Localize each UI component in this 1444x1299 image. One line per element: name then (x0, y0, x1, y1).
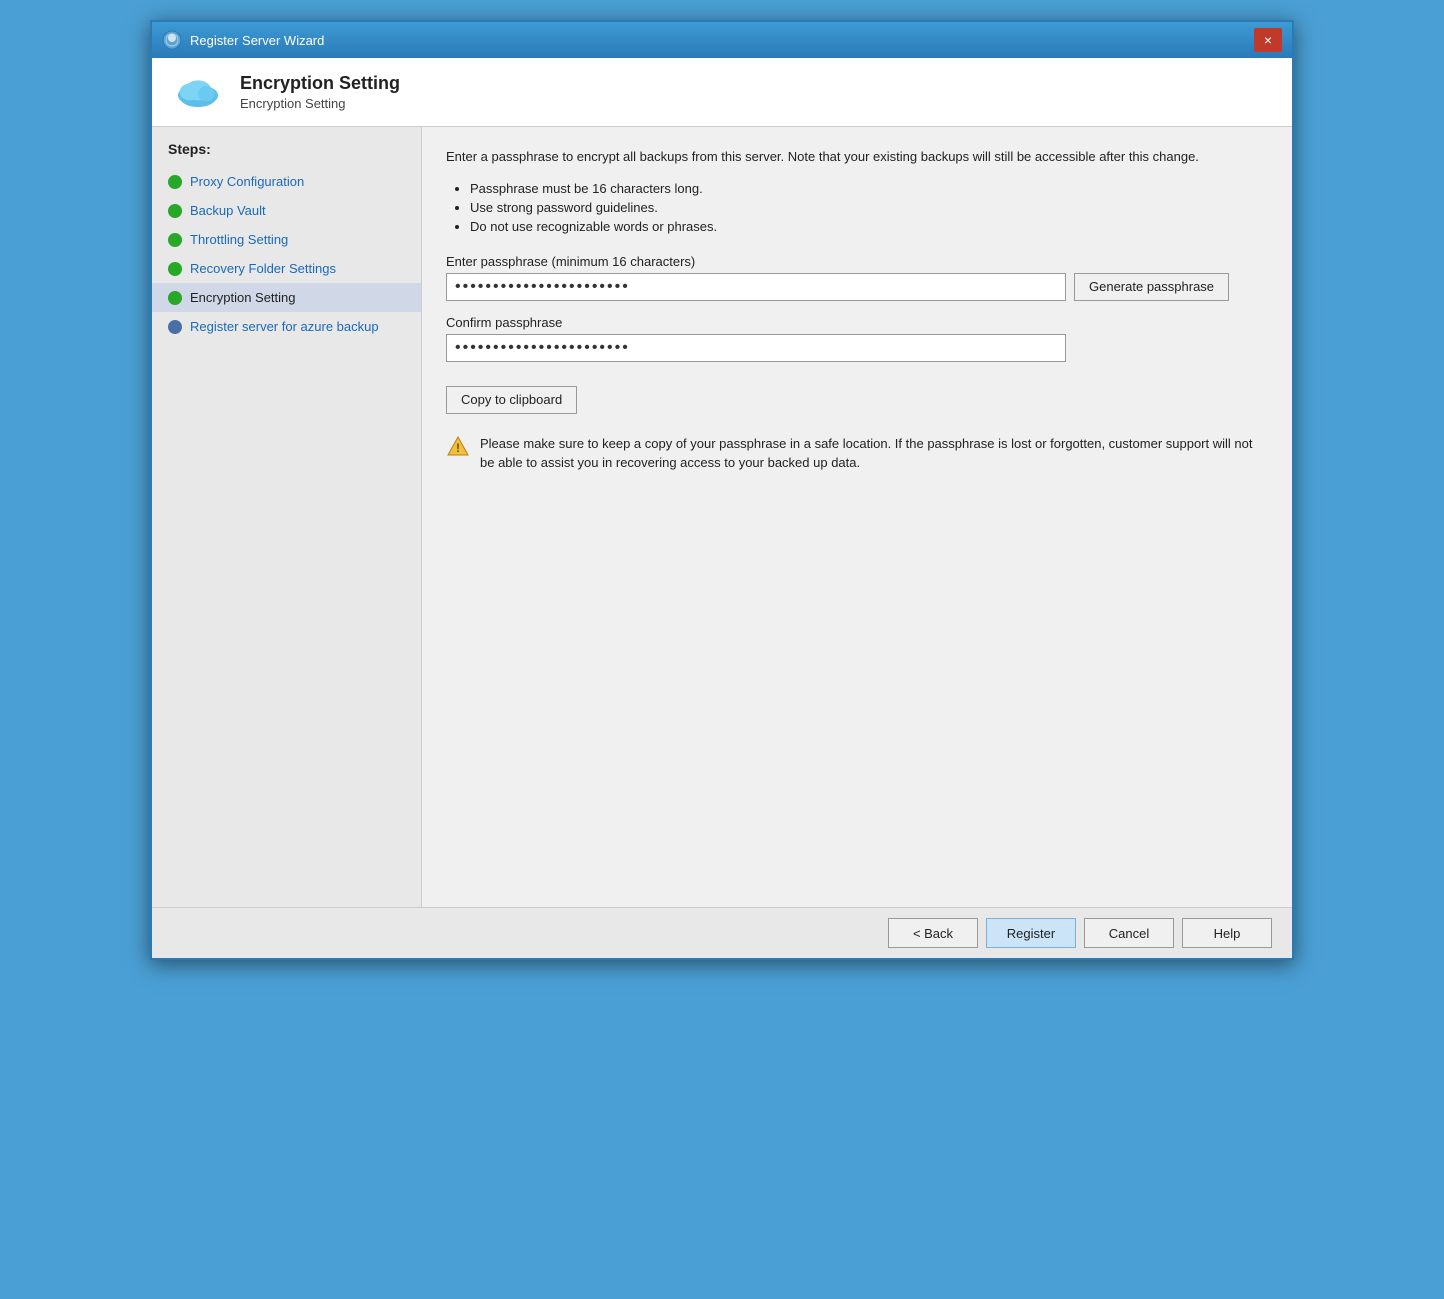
help-button[interactable]: Help (1182, 918, 1272, 948)
sidebar-item-register-label: Register server for azure backup (190, 319, 379, 334)
dot-proxy (168, 175, 182, 189)
content-area: Steps: Proxy Configuration Backup Vault … (152, 127, 1292, 907)
sidebar-item-backup-vault[interactable]: Backup Vault (152, 196, 421, 225)
cancel-button[interactable]: Cancel (1084, 918, 1174, 948)
sidebar-item-proxy[interactable]: Proxy Configuration (152, 167, 421, 196)
passphrase-group: Enter passphrase (minimum 16 characters)… (446, 254, 1268, 301)
sidebar-item-encryption-label: Encryption Setting (190, 290, 296, 305)
passphrase-input[interactable] (446, 273, 1066, 301)
bullet-item-1: Passphrase must be 16 characters long. (470, 181, 1268, 196)
register-button[interactable]: Register (986, 918, 1076, 948)
main-content-area: Enter a passphrase to encrypt all backup… (422, 127, 1292, 907)
back-button[interactable]: < Back (888, 918, 978, 948)
dot-backup-vault (168, 204, 182, 218)
sidebar-item-proxy-label: Proxy Configuration (190, 174, 304, 189)
sidebar-item-recovery-label: Recovery Folder Settings (190, 261, 336, 276)
sidebar: Steps: Proxy Configuration Backup Vault … (152, 127, 422, 907)
dot-register (168, 320, 182, 334)
bullet-item-2: Use strong password guidelines. (470, 200, 1268, 215)
sidebar-item-backup-vault-label: Backup Vault (190, 203, 266, 218)
copy-to-clipboard-button[interactable]: Copy to clipboard (446, 386, 577, 414)
window-title: Register Server Wizard (190, 33, 324, 48)
passphrase-row: Generate passphrase (446, 273, 1268, 301)
close-button[interactable]: × (1254, 28, 1282, 52)
dot-encryption (168, 291, 182, 305)
confirm-passphrase-input[interactable] (446, 334, 1066, 362)
title-bar-left: Register Server Wizard (162, 30, 324, 50)
description-text: Enter a passphrase to encrypt all backup… (446, 147, 1268, 167)
page-subtitle: Encryption Setting (240, 96, 400, 111)
svg-text:!: ! (456, 441, 460, 455)
header-area: Encryption Setting Encryption Setting (152, 58, 1292, 127)
passphrase-label: Enter passphrase (minimum 16 characters) (446, 254, 1268, 269)
dot-recovery (168, 262, 182, 276)
bullet-item-3: Do not use recognizable words or phrases… (470, 219, 1268, 234)
wizard-window: Register Server Wizard × Encryption Sett… (150, 20, 1294, 960)
sidebar-item-encryption[interactable]: Encryption Setting (152, 283, 421, 312)
footer: < Back Register Cancel Help (152, 907, 1292, 958)
confirm-label: Confirm passphrase (446, 315, 1268, 330)
title-bar: Register Server Wizard × (152, 22, 1292, 58)
dot-throttling (168, 233, 182, 247)
cloud-icon (172, 72, 224, 112)
warning-text: Please make sure to keep a copy of your … (480, 434, 1268, 473)
sidebar-title: Steps: (152, 141, 421, 167)
warning-box: ! Please make sure to keep a copy of you… (446, 434, 1268, 473)
app-icon (162, 30, 182, 50)
bullet-list: Passphrase must be 16 characters long. U… (446, 181, 1268, 234)
warning-icon: ! (446, 435, 470, 459)
confirm-group: Confirm passphrase (446, 315, 1268, 362)
page-title: Encryption Setting (240, 73, 400, 94)
generate-passphrase-button[interactable]: Generate passphrase (1074, 273, 1229, 301)
sidebar-item-recovery[interactable]: Recovery Folder Settings (152, 254, 421, 283)
sidebar-item-register[interactable]: Register server for azure backup (152, 312, 421, 341)
header-text: Encryption Setting Encryption Setting (240, 73, 400, 111)
sidebar-item-throttling-label: Throttling Setting (190, 232, 288, 247)
sidebar-item-throttling[interactable]: Throttling Setting (152, 225, 421, 254)
